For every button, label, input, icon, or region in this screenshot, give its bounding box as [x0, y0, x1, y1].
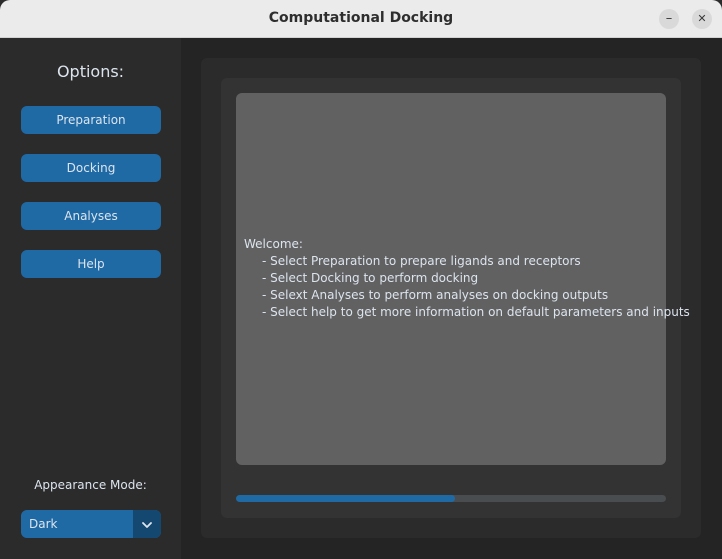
minimize-icon: –: [665, 11, 673, 26]
welcome-line: - Select Preparation to prepare ligands …: [262, 254, 581, 268]
app-window: Computational Docking – ✕ Options: Prepa…: [0, 0, 722, 559]
appearance-mode-label: Appearance Mode:: [34, 478, 147, 492]
docking-button[interactable]: Docking: [21, 154, 161, 182]
analyses-button[interactable]: Analyses: [21, 202, 161, 230]
preparation-button[interactable]: Preparation: [21, 106, 161, 134]
content-frame: Welcome: - Select Preparation to prepare …: [201, 58, 701, 538]
sidebar-title: Options:: [56, 62, 125, 81]
title-bar: Computational Docking – ✕: [0, 0, 722, 38]
appearance-mode-dropdown-button[interactable]: [133, 510, 161, 538]
sidebar: Options: Preparation Docking Analyses He…: [0, 38, 181, 559]
appearance-mode-value: Dark: [29, 517, 58, 531]
minimize-button[interactable]: –: [659, 9, 679, 29]
welcome-line: - Selext Analyses to perform analyses on…: [262, 288, 609, 302]
progress-fill: [236, 495, 456, 502]
welcome-textbox[interactable]: Welcome: - Select Preparation to prepare …: [236, 93, 690, 465]
close-icon: ✕: [697, 12, 707, 25]
window-title: Computational Docking: [268, 10, 454, 26]
main-area: Welcome: - Select Preparation to prepare …: [181, 38, 722, 559]
progress-bar: [236, 495, 666, 502]
welcome-heading: Welcome:: [244, 237, 303, 251]
welcome-text: Welcome: - Select Preparation to prepare …: [244, 236, 690, 321]
chevron-down-icon: [142, 522, 152, 528]
appearance-mode-select[interactable]: Dark: [21, 510, 161, 538]
welcome-line: - Select Docking to perform docking: [262, 271, 479, 285]
inner-frame: Welcome: - Select Preparation to prepare …: [221, 78, 690, 518]
close-button[interactable]: ✕: [692, 9, 712, 29]
help-button[interactable]: Help: [21, 250, 161, 278]
welcome-line: - Select help to get more information on…: [262, 305, 690, 319]
